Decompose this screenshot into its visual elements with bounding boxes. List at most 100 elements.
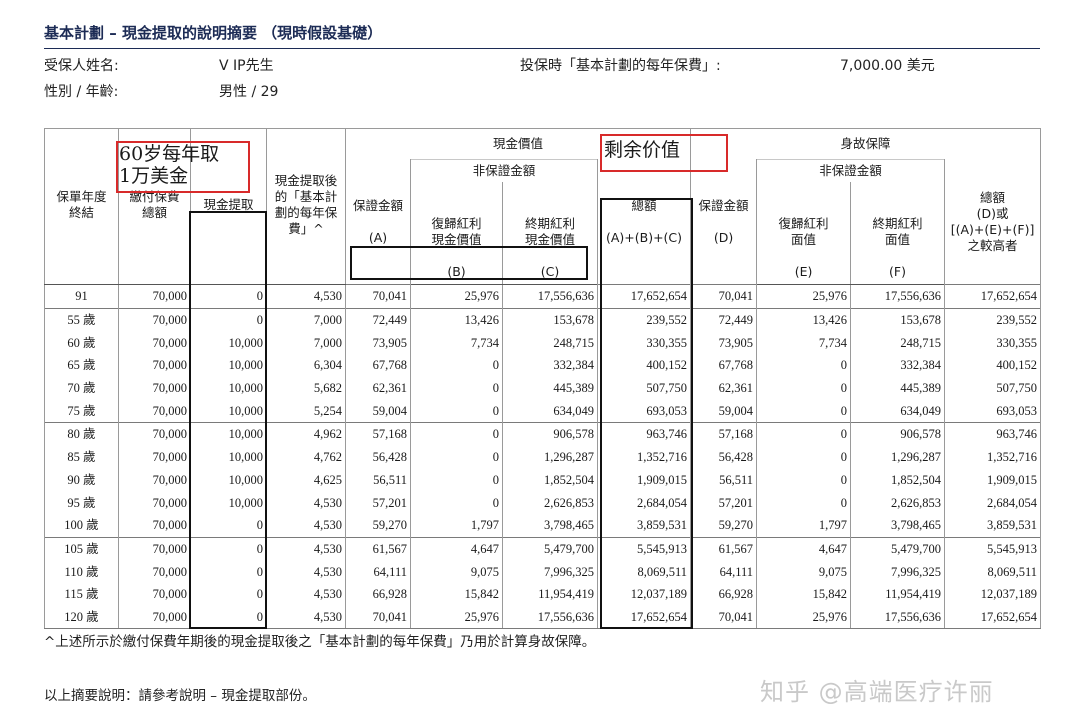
table-cell: 59,270 [345, 513, 411, 538]
table-cell: 6,304 [266, 354, 346, 377]
table-cell: 70,041 [345, 284, 411, 309]
insured-name-label: 受保人姓名: [44, 58, 119, 74]
table-cell: 13,426 [756, 307, 852, 332]
table-cell: 9,075 [410, 560, 503, 583]
cash-withdrawal-column-highlight [189, 211, 267, 629]
table-cell: 4,647 [756, 536, 852, 561]
table-cell: 1,909,015 [944, 468, 1042, 492]
table-cell: 56,511 [690, 468, 758, 492]
col-header-total-death-benefit: 總額 (D)或 [(A)+(E)+(F)] 之較高者 [944, 159, 1042, 285]
table-cell: 4,962 [266, 422, 346, 446]
table-cell: 66,928 [345, 582, 411, 606]
gender-age-value: 男性 / 29 [219, 84, 279, 100]
table-cell: 5,479,700 [502, 536, 598, 561]
table-cell: 0 [756, 468, 852, 492]
table-cell: 70,000 [118, 468, 191, 492]
col-header-guaranteed-d: 保證金額 (D) [690, 159, 758, 285]
withdrawal-annotation-text: 60岁每年取 1万美金 [119, 143, 220, 187]
table-cell: 4,530 [266, 536, 346, 561]
table-cell: 11,954,419 [850, 582, 946, 606]
table-cell: 70,000 [118, 445, 191, 469]
table-cell: 4,530 [266, 284, 346, 309]
table-cell: 2,684,054 [944, 491, 1042, 514]
table-cell: 70,000 [118, 307, 191, 332]
table-cell: 5,254 [266, 399, 346, 423]
table-cell: 17,652,654 [944, 284, 1042, 309]
table-cell: 1,296,287 [502, 445, 598, 469]
table-cell: 0 [410, 422, 503, 446]
col-header-terminal-bonus-face: 終期紅利 面值 (F) [850, 182, 946, 285]
table-cell: 64,111 [345, 560, 411, 583]
table-cell: 4,530 [266, 491, 346, 514]
table-cell: 12,037,189 [944, 582, 1042, 606]
table-cell: 70 歲 [44, 376, 119, 400]
table-cell: 2,626,853 [850, 491, 946, 514]
table-cell: 693,053 [944, 399, 1042, 423]
table-cell: 5,479,700 [850, 536, 946, 561]
table-cell: 1,296,287 [850, 445, 946, 469]
table-cell: 72,449 [690, 307, 758, 332]
table-cell: 634,049 [850, 399, 946, 423]
table-cell: 15,842 [756, 582, 852, 606]
table-cell: 115 歲 [44, 582, 119, 606]
table-cell: 332,384 [850, 354, 946, 377]
remaining-value-annotation-text: 剩余价值 [604, 139, 681, 161]
table-cell: 70,041 [690, 284, 758, 309]
table-cell: 72,449 [345, 307, 411, 332]
table-cell: 70,000 [118, 331, 191, 355]
table-cell: 7,000 [266, 307, 346, 332]
table-cell: 59,004 [345, 399, 411, 423]
table-cell: 100 歲 [44, 513, 119, 538]
watermark: 知乎 @高端医疗许丽 [760, 678, 994, 706]
table-cell: 7,734 [410, 331, 503, 355]
table-cell: 239,552 [944, 307, 1042, 332]
table-cell: 4,625 [266, 468, 346, 492]
col-header-policy-year: 保單年度 終結 [44, 128, 119, 285]
table-cell: 17,556,636 [502, 284, 598, 309]
table-cell: 70,000 [118, 513, 191, 538]
table-cell: 906,578 [502, 422, 598, 446]
table-cell: 105 歲 [44, 536, 119, 561]
table-cell: 70,000 [118, 560, 191, 583]
table-cell: 61,567 [345, 536, 411, 561]
table-cell: 153,678 [850, 307, 946, 332]
table-cell: 0 [756, 445, 852, 469]
table-cell: 445,389 [850, 376, 946, 400]
table-cell: 5,545,913 [944, 536, 1042, 561]
table-cell: 55 歲 [44, 307, 119, 332]
table-cell: 120 歲 [44, 605, 119, 630]
table-cell: 1,797 [756, 513, 852, 538]
table-cell: 64,111 [690, 560, 758, 583]
premium-label: 投保時「基本計劃的每年保費」: [520, 58, 721, 74]
table-cell: 57,168 [690, 422, 758, 446]
table-cell: 70,000 [118, 422, 191, 446]
table-cell: 17,556,636 [502, 605, 598, 630]
table-cell: 70,000 [118, 491, 191, 514]
table-cell: 2,626,853 [502, 491, 598, 514]
summary-note: 以上摘要說明：請參考說明 – 現金提取部份。 [44, 688, 316, 704]
table-cell: 61,567 [690, 536, 758, 561]
table-cell: 0 [410, 445, 503, 469]
table-cell: 5,682 [266, 376, 346, 400]
table-cell: 17,556,636 [850, 605, 946, 630]
table-cell: 11,954,419 [502, 582, 598, 606]
table-cell: 57,201 [690, 491, 758, 514]
table-cell: 0 [756, 399, 852, 423]
table-cell: 70,000 [118, 536, 191, 561]
table-cell: 25,976 [410, 284, 503, 309]
table-cell: 70,000 [118, 376, 191, 400]
table-cell: 0 [410, 468, 503, 492]
table-cell: 70,000 [118, 399, 191, 423]
cash-value-components-highlight [350, 246, 588, 280]
table-cell: 7,734 [756, 331, 852, 355]
table-cell: 9,075 [756, 560, 852, 583]
table-cell: 248,715 [502, 331, 598, 355]
table-cell: 906,578 [850, 422, 946, 446]
gender-age-label: 性別 / 年齡: [44, 84, 119, 100]
total-cash-value-column-highlight [600, 198, 693, 629]
table-cell: 3,859,531 [944, 513, 1042, 538]
insured-name-value: V IP先生 [219, 58, 274, 74]
table-cell: 4,530 [266, 605, 346, 630]
table-cell: 0 [410, 376, 503, 400]
table-cell: 85 歲 [44, 445, 119, 469]
